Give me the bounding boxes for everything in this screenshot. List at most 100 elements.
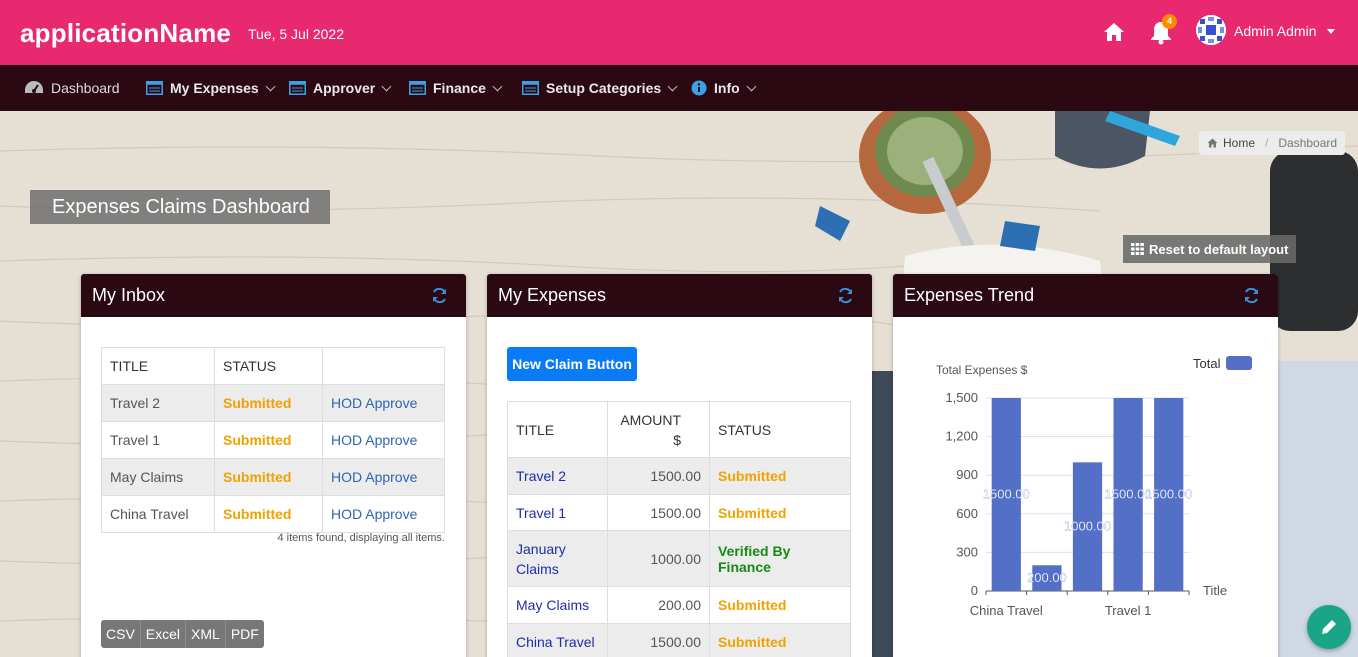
chevron-down-icon	[746, 81, 757, 91]
expense-amount-cell: 200.00	[607, 586, 710, 624]
home-icon[interactable]	[1103, 22, 1125, 42]
avatar[interactable]	[1196, 15, 1226, 45]
nav-approver-label: Approver	[313, 80, 376, 96]
my-expenses-panel-title: My Expenses	[498, 285, 607, 305]
export-excel-button[interactable]: Excel	[141, 620, 187, 648]
app-name[interactable]: applicationName	[20, 18, 231, 49]
inbox-panel-title: My Inbox	[92, 285, 166, 305]
breadcrumb: Home / Dashboard	[1199, 131, 1346, 155]
expense-status-cell: Submitted	[709, 586, 851, 624]
nav-my-expenses[interactable]: My Expenses	[146, 65, 276, 111]
my-expenses-panel-header: My Expenses	[487, 274, 872, 317]
pencil-icon	[1322, 620, 1336, 634]
table-row: Travel 2 1500.00 Submitted	[507, 457, 851, 495]
column-header-title[interactable]: TITLE	[507, 401, 608, 458]
inbox-status-cell: Submitted	[214, 495, 323, 533]
expense-status-cell: Submitted	[709, 623, 851, 657]
nav-setup-categories-label: Setup Categories	[546, 80, 662, 96]
table-row: China Travel 1500.00 Submitted	[507, 623, 851, 657]
hod-approve-link[interactable]: HOD Approve	[322, 495, 445, 533]
table-row: Travel 1 Submitted HOD Approve	[101, 421, 445, 459]
nav-setup-categories[interactable]: Setup Categories	[522, 65, 678, 111]
table-row: Travel 2 Submitted HOD Approve	[101, 384, 445, 422]
column-header-action	[322, 347, 445, 385]
table-icon	[146, 81, 163, 95]
expense-status-cell: Submitted	[709, 457, 851, 495]
bar-data-label: 1000.00	[1064, 519, 1111, 534]
expense-status-cell: Verified By Finance	[709, 530, 851, 587]
expenses-trend-panel: Expenses Trend 0 300 600 900 1,200 1,500 Total…	[893, 274, 1278, 657]
y-tick-label: 600	[956, 506, 978, 521]
user-menu[interactable]: Admin Admin	[1234, 23, 1316, 39]
top-header: applicationName Tue, 5 Jul 2022 4 Admin …	[0, 0, 1358, 65]
expense-title-link[interactable]: Travel 2	[507, 457, 608, 495]
expense-title-link[interactable]: Travel 1	[507, 494, 608, 531]
inbox-status-cell: Submitted	[214, 458, 323, 496]
table-icon	[409, 81, 426, 95]
legend-label: Total	[1193, 356, 1221, 371]
chevron-down-icon	[667, 81, 678, 91]
expense-status-cell: Submitted	[709, 494, 851, 531]
y-tick-label: 0	[971, 583, 978, 598]
expenses-trend-chart: 0 300 600 900 1,200 1,500 Total Expenses $ Titl…	[936, 356, 1252, 618]
nav-finance[interactable]: Finance	[409, 65, 503, 111]
main-navbar: Dashboard My Expenses Approver Finance S…	[0, 65, 1358, 111]
refresh-icon[interactable]	[1243, 287, 1260, 304]
notification-badge: 4	[1162, 14, 1177, 29]
export-xml-button[interactable]: XML	[186, 620, 226, 648]
table-icon	[522, 81, 539, 95]
export-pdf-button[interactable]: PDF	[226, 620, 264, 648]
info-icon	[691, 80, 707, 96]
nav-my-expenses-label: My Expenses	[170, 80, 259, 96]
column-header-title[interactable]: TITLE	[101, 347, 215, 385]
new-claim-button[interactable]: New Claim Button	[507, 347, 637, 381]
breadcrumb-home[interactable]: Home	[1223, 136, 1255, 150]
inbox-status-cell: Submitted	[214, 384, 323, 422]
expense-amount-cell: 1500.00	[607, 457, 710, 495]
home-icon	[1207, 138, 1218, 148]
y-tick-label: 1,500	[945, 390, 978, 405]
column-header-status[interactable]: STATUS	[214, 347, 323, 385]
hod-approve-link[interactable]: HOD Approve	[322, 458, 445, 496]
y-tick-label: 300	[956, 544, 978, 559]
dashboard-icon	[25, 81, 43, 93]
expense-title-link[interactable]: China Travel	[507, 623, 608, 657]
bar-data-label: 200.00	[1027, 570, 1067, 585]
inbox-title-cell: May Claims	[101, 458, 215, 496]
export-csv-button[interactable]: CSV	[101, 620, 141, 648]
reset-layout-label: Reset to default layout	[1149, 241, 1289, 257]
chevron-down-icon	[381, 81, 392, 91]
expense-title-link[interactable]: January Claims	[507, 530, 608, 587]
edit-fab-button[interactable]	[1307, 605, 1351, 649]
column-header-amount[interactable]: AMOUNT $	[607, 401, 710, 458]
column-header-status[interactable]: STATUS	[709, 401, 851, 458]
page-title: Expenses Claims Dashboard	[30, 190, 330, 224]
expenses-trend-panel-header: Expenses Trend	[893, 274, 1278, 317]
refresh-icon[interactable]	[431, 287, 448, 304]
inbox-table: TITLE STATUS Travel 2 Submitted HOD Appr…	[101, 347, 445, 533]
nav-info-label: Info	[714, 80, 740, 96]
chevron-down-icon	[265, 81, 276, 91]
y-tick-label: 900	[956, 467, 978, 482]
bar-data-label: 1500.00	[1145, 487, 1192, 502]
expenses-trend-panel-title: Expenses Trend	[904, 285, 1035, 305]
table-header-row: TITLE AMOUNT $ STATUS	[507, 401, 851, 458]
table-row: May Claims Submitted HOD Approve	[101, 458, 445, 496]
inbox-title-cell: Travel 2	[101, 384, 215, 422]
reset-layout-button[interactable]: Reset to default layout	[1123, 235, 1297, 263]
nav-dashboard[interactable]: Dashboard	[24, 65, 120, 111]
chevron-down-icon	[492, 81, 503, 91]
table-header-row: TITLE STATUS	[101, 347, 445, 385]
nav-info[interactable]: Info	[691, 65, 757, 111]
current-date: Tue, 5 Jul 2022	[248, 26, 344, 42]
nav-approver[interactable]: Approver	[289, 65, 392, 111]
nav-dashboard-label: Dashboard	[51, 80, 120, 96]
caret-down-icon[interactable]	[1327, 29, 1335, 34]
legend-swatch	[1226, 356, 1252, 370]
refresh-icon[interactable]	[837, 287, 854, 304]
breadcrumb-current: Dashboard	[1278, 136, 1338, 150]
hod-approve-link[interactable]: HOD Approve	[322, 384, 445, 422]
hod-approve-link[interactable]: HOD Approve	[322, 421, 445, 459]
expense-title-link[interactable]: May Claims	[507, 586, 608, 624]
table-row: January Claims 1000.00 Verified By Finan…	[507, 530, 851, 587]
